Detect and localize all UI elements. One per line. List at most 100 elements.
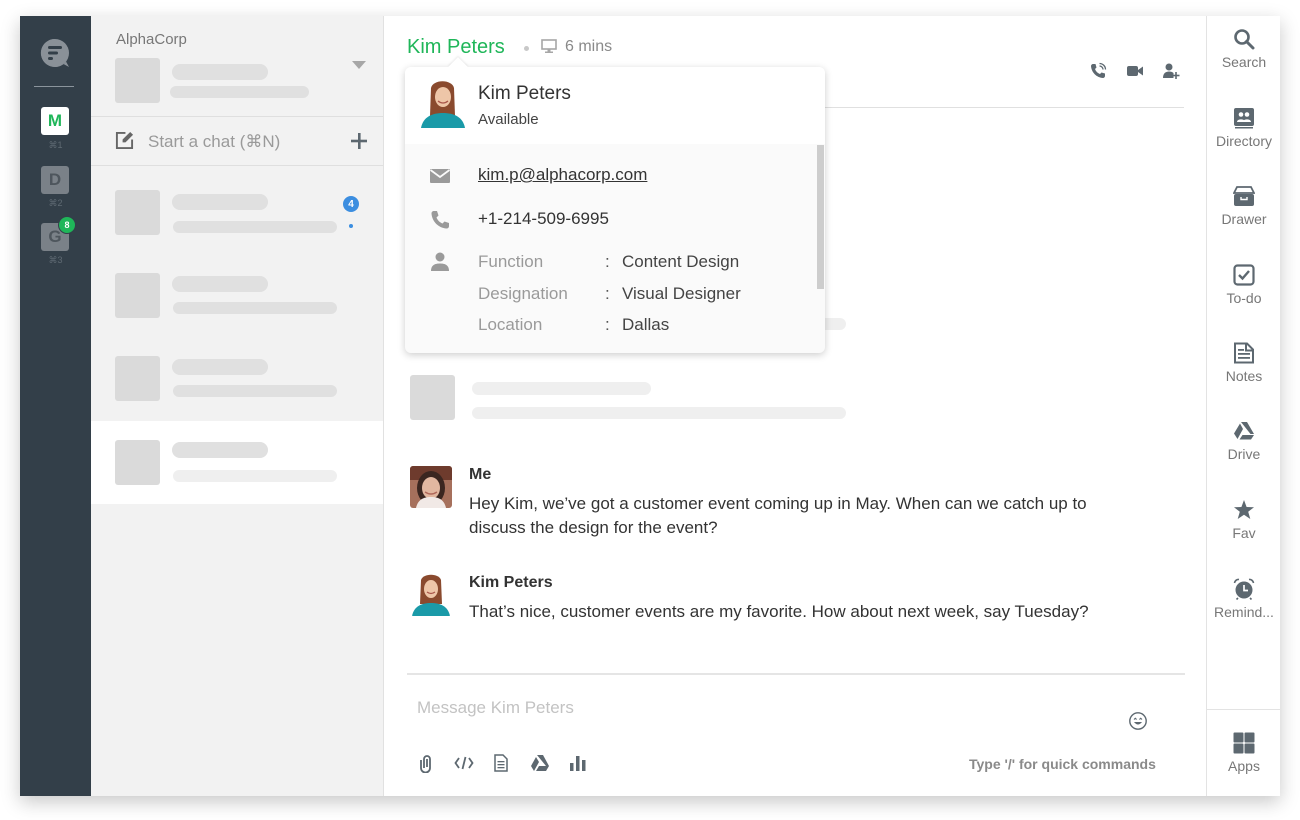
workspace-notification-badge: 8 xyxy=(58,216,76,234)
rail-reminders[interactable]: Remind... xyxy=(1207,578,1280,648)
chat-sidebar: AlphaCorp Start a chat (⌘N) 4 xyxy=(91,16,384,796)
profile-name: Kim Peters xyxy=(478,83,571,104)
document-icon[interactable] xyxy=(491,753,511,773)
org-dropdown-caret-icon[interactable] xyxy=(352,61,366,69)
voice-call-icon[interactable] xyxy=(1089,62,1107,80)
org-name: AlphaCorp xyxy=(116,31,187,48)
placeholder-line xyxy=(172,194,268,210)
emoji-icon[interactable] xyxy=(1128,711,1148,731)
field-separator: : xyxy=(605,284,610,303)
workspace-m[interactable]: M xyxy=(41,107,69,135)
email-icon xyxy=(429,169,451,183)
placeholder-line xyxy=(173,385,337,397)
poll-icon[interactable] xyxy=(568,753,588,773)
placeholder-line xyxy=(173,221,337,233)
workspace-rail: M ⌘1 D ⌘2 G 8 ⌘3 xyxy=(20,16,91,796)
rail-label: Apps xyxy=(1228,758,1260,774)
popover-scrollbar[interactable] xyxy=(817,145,824,289)
placeholder-line xyxy=(172,276,268,292)
app-logo-icon[interactable] xyxy=(39,37,71,69)
code-icon[interactable] xyxy=(454,753,474,773)
avatar-placeholder xyxy=(115,356,160,401)
message-item: Me Hey Kim, we’ve got a customer event c… xyxy=(410,466,1170,556)
rail-label: Remind... xyxy=(1214,604,1274,620)
profile-field-label: Function xyxy=(478,252,544,271)
start-chat-label: Start a chat (⌘N) xyxy=(148,132,281,151)
rail-label: To-do xyxy=(1226,290,1262,306)
attachment-icon[interactable] xyxy=(417,753,437,773)
workspace-d[interactable]: D xyxy=(41,166,69,194)
profile-field-value: Dallas xyxy=(622,315,670,334)
person-icon xyxy=(431,252,449,271)
chat-contact-name[interactable]: Kim Peters xyxy=(407,36,505,59)
rail-label: Fav xyxy=(1232,525,1256,541)
add-user-icon[interactable] xyxy=(1162,62,1180,80)
start-chat-button[interactable]: Start a chat (⌘N) xyxy=(91,117,383,165)
rail-divider xyxy=(34,86,74,87)
profile-status: Available xyxy=(478,111,539,128)
rail-todo[interactable]: To-do xyxy=(1207,264,1280,334)
rail-label: Directory xyxy=(1215,133,1272,149)
compose-icon xyxy=(115,131,134,150)
right-toolbar: Search Directory Drawer To-do Notes Driv… xyxy=(1206,16,1280,796)
placeholder-line xyxy=(472,407,846,419)
drawer-icon xyxy=(1233,186,1255,206)
alarm-clock-icon xyxy=(1233,578,1255,600)
star-icon xyxy=(1234,500,1254,519)
plus-icon[interactable] xyxy=(349,131,369,151)
placeholder-line xyxy=(472,382,651,395)
drive-icon[interactable] xyxy=(530,753,550,773)
message-sender: Me xyxy=(469,466,492,483)
app-window: M ⌘1 D ⌘2 G 8 ⌘3 AlphaCorp Start a chat … xyxy=(20,16,1280,796)
rail-search[interactable]: Search xyxy=(1207,28,1280,98)
chat-list-item[interactable] xyxy=(91,170,383,253)
search-icon xyxy=(1234,29,1255,50)
chat-list-item[interactable] xyxy=(91,336,383,419)
video-call-icon[interactable] xyxy=(1126,62,1144,80)
divider xyxy=(1207,709,1280,710)
directory-icon xyxy=(1234,108,1254,129)
placeholder-line xyxy=(170,86,309,98)
rail-directory[interactable]: Directory xyxy=(1207,107,1280,177)
placeholder-line xyxy=(172,359,268,375)
rail-fav[interactable]: Fav xyxy=(1207,499,1280,569)
profile-phone: +1-214-509-6995 xyxy=(478,209,609,228)
avatar-placeholder xyxy=(410,375,455,420)
profile-field-value: Content Design xyxy=(622,252,740,271)
rail-drawer[interactable]: Drawer xyxy=(1207,185,1280,255)
message-sender: Kim Peters xyxy=(469,574,553,591)
org-avatar-placeholder xyxy=(115,58,160,103)
rail-notes[interactable]: Notes xyxy=(1207,342,1280,412)
unread-dot xyxy=(349,224,353,228)
workspace-shortcut: ⌘1 xyxy=(48,140,63,150)
chat-list-item-selected[interactable] xyxy=(91,421,383,504)
apps-grid-icon xyxy=(1233,732,1255,754)
todo-icon xyxy=(1233,264,1255,286)
avatar-me[interactable] xyxy=(410,466,452,508)
drive-icon xyxy=(1234,422,1254,440)
profile-field-label: Designation xyxy=(478,284,568,303)
rail-drive[interactable]: Drive xyxy=(1207,420,1280,490)
avatar-placeholder xyxy=(115,440,160,485)
composer-divider xyxy=(407,673,1185,675)
rail-apps[interactable]: Apps xyxy=(1207,732,1280,796)
chat-list-item[interactable] xyxy=(91,253,383,336)
message-text: That’s nice, customer events are my favo… xyxy=(469,602,1089,621)
workspace-shortcut: ⌘3 xyxy=(48,255,63,265)
message-input[interactable] xyxy=(417,696,1107,720)
placeholder-line xyxy=(173,302,337,314)
profile-popover: Kim Peters Available kim.p@alphacorp.com… xyxy=(405,57,825,353)
message-item: Kim Peters That’s nice, customer events … xyxy=(410,574,1170,664)
profile-avatar xyxy=(421,81,465,128)
placeholder-line xyxy=(172,442,268,458)
monitor-icon xyxy=(541,39,557,53)
workspace-shortcut: ⌘2 xyxy=(48,198,63,208)
unread-count-badge: 4 xyxy=(343,196,359,212)
profile-email-link[interactable]: kim.p@alphacorp.com xyxy=(478,165,647,185)
last-seen-time: 6 mins xyxy=(565,38,613,55)
avatar-kim-peters[interactable] xyxy=(410,574,452,616)
rail-label: Search xyxy=(1221,54,1267,70)
avatar-placeholder xyxy=(115,190,160,235)
profile-field-label: Location xyxy=(478,315,543,334)
notes-icon xyxy=(1234,342,1254,364)
